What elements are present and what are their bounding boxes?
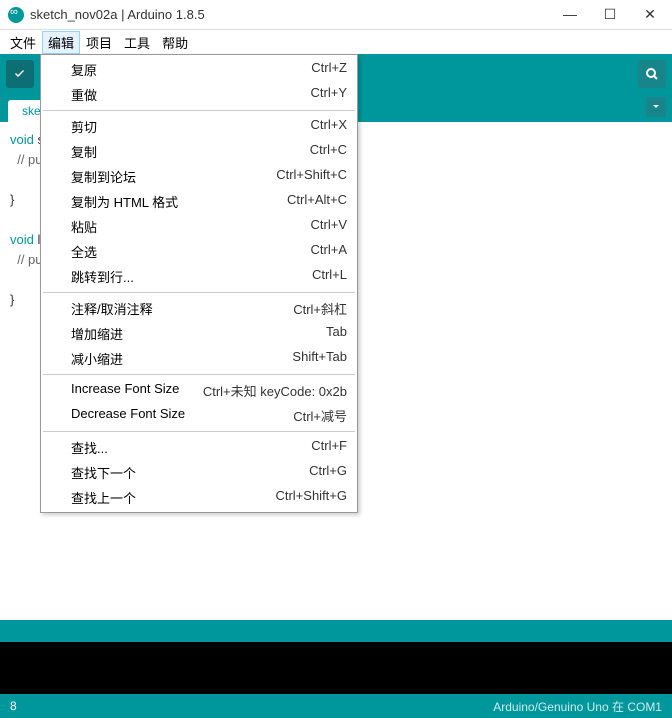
menu-entry[interactable]: Decrease Font SizeCtrl+减号 xyxy=(41,403,357,428)
menu-entry-label: 查找下一个 xyxy=(71,463,309,482)
menu-entry-shortcut: Ctrl+V xyxy=(311,217,347,236)
menu-bar: 文件编辑项目工具帮助 xyxy=(0,30,672,54)
menu-entry-shortcut: Ctrl+Shift+C xyxy=(276,167,347,186)
menu-entry[interactable]: 查找下一个Ctrl+G xyxy=(41,460,357,485)
menu-entry-label: 复制为 HTML 格式 xyxy=(71,192,287,211)
board-info: Arduino/Genuino Uno 在 COM1 xyxy=(493,698,662,715)
menu-item-4[interactable]: 帮助 xyxy=(156,31,194,54)
menu-item-3[interactable]: 工具 xyxy=(118,31,156,54)
menu-entry[interactable]: 增加缩进Tab xyxy=(41,321,357,346)
menu-entry-shortcut: Ctrl+A xyxy=(311,242,347,261)
maximize-button[interactable]: ☐ xyxy=(600,6,620,23)
menu-entry-shortcut: Ctrl+F xyxy=(311,438,347,457)
menu-entry-label: 复原 xyxy=(71,60,311,79)
menu-item-0[interactable]: 文件 xyxy=(4,31,42,54)
close-button[interactable]: ✕ xyxy=(640,6,660,23)
menu-entry-label: 复制到论坛 xyxy=(71,167,276,186)
menu-entry-label: 注释/取消注释 xyxy=(71,299,293,318)
menu-separator xyxy=(43,292,355,293)
menu-entry[interactable]: 复制为 HTML 格式Ctrl+Alt+C xyxy=(41,189,357,214)
menu-entry-label: 粘贴 xyxy=(71,217,311,236)
menu-entry-shortcut: Ctrl+斜杠 xyxy=(293,299,347,318)
menu-item-2[interactable]: 项目 xyxy=(80,31,118,54)
menu-entry-shortcut: Ctrl+未知 keyCode: 0x2b xyxy=(203,381,347,400)
tab-dropdown-button[interactable] xyxy=(646,97,666,117)
status-bar: 8 Arduino/Genuino Uno 在 COM1 xyxy=(0,694,672,718)
menu-entry[interactable]: 复制Ctrl+C xyxy=(41,139,357,164)
minimize-button[interactable]: — xyxy=(560,6,580,23)
menu-entry-shortcut: Tab xyxy=(326,324,347,343)
menu-entry-label: 剪切 xyxy=(71,117,311,136)
menu-entry-shortcut: Shift+Tab xyxy=(292,349,347,368)
title-bar: sketch_nov02a | Arduino 1.8.5 — ☐ ✕ xyxy=(0,0,672,30)
menu-entry[interactable]: 复制到论坛Ctrl+Shift+C xyxy=(41,164,357,189)
arduino-logo-icon xyxy=(8,7,24,23)
menu-entry-label: 减小缩进 xyxy=(71,349,292,368)
menu-entry-shortcut: Ctrl+Alt+C xyxy=(287,192,347,211)
menu-entry-label: 复制 xyxy=(71,142,310,161)
menu-entry-shortcut: Ctrl+减号 xyxy=(293,406,347,425)
console xyxy=(0,642,672,694)
menu-item-1[interactable]: 编辑 xyxy=(42,31,80,54)
menu-entry-label: Increase Font Size xyxy=(71,381,203,400)
menu-entry-shortcut: Ctrl+C xyxy=(310,142,347,161)
menu-entry-label: 重做 xyxy=(71,85,311,104)
menu-entry-shortcut: Ctrl+L xyxy=(312,267,347,286)
menu-entry-shortcut: Ctrl+Z xyxy=(311,60,347,79)
menu-entry-label: 增加缩进 xyxy=(71,324,326,343)
menu-entry[interactable]: Increase Font SizeCtrl+未知 keyCode: 0x2b xyxy=(41,378,357,403)
menu-entry[interactable]: 跳转到行...Ctrl+L xyxy=(41,264,357,289)
menu-entry[interactable]: 粘贴Ctrl+V xyxy=(41,214,357,239)
window-title: sketch_nov02a | Arduino 1.8.5 xyxy=(30,7,560,22)
menu-entry-label: 查找... xyxy=(71,438,311,457)
menu-separator xyxy=(43,374,355,375)
serial-monitor-button[interactable] xyxy=(638,60,666,88)
menu-entry-label: Decrease Font Size xyxy=(71,406,293,425)
menu-entry-shortcut: Ctrl+X xyxy=(311,117,347,136)
menu-entry-shortcut: Ctrl+Y xyxy=(311,85,347,104)
edit-menu-dropdown: 复原Ctrl+Z重做Ctrl+Y剪切Ctrl+X复制Ctrl+C复制到论坛Ctr… xyxy=(40,54,358,513)
menu-entry-shortcut: Ctrl+Shift+G xyxy=(275,488,347,507)
menu-entry-label: 查找上一个 xyxy=(71,488,275,507)
menu-entry[interactable]: 复原Ctrl+Z xyxy=(41,57,357,82)
menu-entry-shortcut: Ctrl+G xyxy=(309,463,347,482)
message-bar xyxy=(0,620,672,642)
menu-entry[interactable]: 剪切Ctrl+X xyxy=(41,114,357,139)
menu-separator xyxy=(43,431,355,432)
menu-separator xyxy=(43,110,355,111)
menu-entry[interactable]: 减小缩进Shift+Tab xyxy=(41,346,357,371)
menu-entry-label: 全选 xyxy=(71,242,311,261)
menu-entry[interactable]: 查找...Ctrl+F xyxy=(41,435,357,460)
menu-entry-label: 跳转到行... xyxy=(71,267,312,286)
menu-entry[interactable]: 全选Ctrl+A xyxy=(41,239,357,264)
menu-entry[interactable]: 注释/取消注释Ctrl+斜杠 xyxy=(41,296,357,321)
menu-entry[interactable]: 重做Ctrl+Y xyxy=(41,82,357,107)
line-number: 8 xyxy=(10,699,17,713)
verify-button[interactable] xyxy=(6,60,34,88)
menu-entry[interactable]: 查找上一个Ctrl+Shift+G xyxy=(41,485,357,510)
